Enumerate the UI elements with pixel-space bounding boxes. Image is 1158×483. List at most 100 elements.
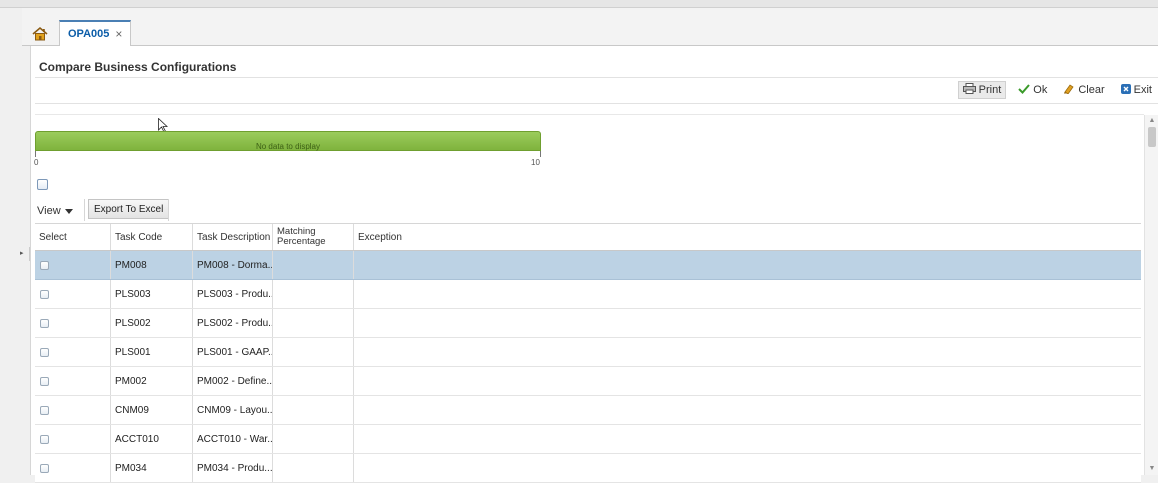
column-header-matching-percentage[interactable]: Matching Percentage <box>273 224 354 250</box>
row-select-cell <box>35 338 111 366</box>
select-all-checkbox[interactable] <box>37 179 48 190</box>
task-code-cell: PM008 <box>111 251 193 279</box>
eraser-icon <box>1063 83 1075 97</box>
row-checkbox[interactable] <box>40 463 49 473</box>
row-select-cell <box>35 280 111 308</box>
printer-icon <box>962 83 976 97</box>
scroll-up-icon[interactable]: ▲ <box>1145 115 1158 127</box>
task-description-cell: PLS003 - Produ... <box>193 280 273 308</box>
export-to-excel-button[interactable]: Export To Excel <box>88 199 170 219</box>
matching-percentage-cell <box>273 309 354 337</box>
task-code-cell: ACCT010 <box>111 425 193 453</box>
content-scroll-area: ▲ ▼ No data to display 0 10 View Export … <box>31 115 1158 483</box>
exception-cell <box>354 396 1141 424</box>
exception-cell <box>354 309 1141 337</box>
task-code-cell: PM034 <box>111 454 193 482</box>
collapse-handle[interactable]: ▸ <box>20 247 30 261</box>
table-row[interactable]: PM002 PM002 - Define... <box>35 367 1141 396</box>
exception-cell <box>354 367 1141 395</box>
table-row[interactable]: CNM09 CNM09 - Layou... <box>35 396 1141 425</box>
gauge-max-label: 10 <box>531 158 540 167</box>
row-checkbox[interactable] <box>40 289 49 299</box>
table-row[interactable]: PM008 PM008 - Dorma... <box>35 251 1141 280</box>
checkmark-icon <box>1018 83 1031 97</box>
table-row[interactable]: ACCT010 ACCT010 - War... <box>35 425 1141 454</box>
task-description-cell: PM034 - Produ... <box>193 454 273 482</box>
column-header-exception[interactable]: Exception <box>354 224 1141 250</box>
matching-percentage-cell <box>273 338 354 366</box>
task-description-cell: ACCT010 - War... <box>193 425 273 453</box>
exception-cell <box>354 251 1141 279</box>
exit-button[interactable]: Exit <box>1117 83 1156 98</box>
task-code-cell: CNM09 <box>111 396 193 424</box>
exception-cell <box>354 425 1141 453</box>
table-row[interactable]: PM034 PM034 - Produ... <box>35 454 1141 483</box>
task-code-cell: PLS002 <box>111 309 193 337</box>
view-menu[interactable]: View <box>37 200 73 222</box>
divider <box>35 77 1158 78</box>
column-header-task-description[interactable]: Task Description <box>193 224 273 250</box>
table-row[interactable]: PLS002 PLS002 - Produ... <box>35 309 1141 338</box>
task-description-cell: PM008 - Dorma... <box>193 251 273 279</box>
column-header-task-code[interactable]: Task Code <box>111 224 193 250</box>
tab-opa005[interactable]: OPA005 × <box>59 20 132 46</box>
exit-label: Exit <box>1133 84 1152 96</box>
table-header: Select Task Code Task Description Matchi… <box>35 223 1141 251</box>
matching-percentage-cell <box>273 454 354 482</box>
task-code-cell: PM002 <box>111 367 193 395</box>
column-header-select[interactable]: Select <box>35 224 111 250</box>
status-gauge: No data to display <box>35 131 541 151</box>
caret-down-icon <box>64 205 73 217</box>
row-select-cell <box>35 454 111 482</box>
action-toolbar: Print Ok Clear Exit <box>957 81 1156 99</box>
print-label: Print <box>978 84 1002 96</box>
row-checkbox[interactable] <box>40 347 49 357</box>
matching-percentage-cell <box>273 425 354 453</box>
exception-cell <box>354 280 1141 308</box>
view-menu-label: View <box>37 205 61 217</box>
toolbar-separator <box>84 199 85 221</box>
task-description-cell: PLS001 - GAAP... <box>193 338 273 366</box>
task-description-cell: CNM09 - Layou... <box>193 396 273 424</box>
exception-cell <box>354 454 1141 482</box>
row-checkbox[interactable] <box>40 318 49 328</box>
divider <box>35 103 1158 104</box>
matching-percentage-cell <box>273 367 354 395</box>
vertical-scrollbar[interactable]: ▲ ▼ <box>1144 115 1158 475</box>
close-icon[interactable]: × <box>115 27 122 41</box>
clear-button[interactable]: Clear <box>1059 82 1108 98</box>
toolbar-separator <box>168 199 169 221</box>
table-row[interactable]: PLS003 PLS003 - Produ... <box>35 280 1141 309</box>
print-button[interactable]: Print <box>957 81 1007 99</box>
matching-percentage-cell <box>273 396 354 424</box>
task-description-cell: PM002 - Define... <box>193 367 273 395</box>
gauge-message: No data to display <box>255 142 321 151</box>
row-select-cell <box>35 251 111 279</box>
row-select-cell <box>35 367 111 395</box>
ok-button[interactable]: Ok <box>1014 83 1051 98</box>
matching-percentage-cell <box>273 280 354 308</box>
tab-label[interactable]: OPA005 <box>68 28 109 40</box>
row-select-cell <box>35 309 111 337</box>
row-checkbox[interactable] <box>40 405 49 415</box>
task-description-cell: PLS002 - Produ... <box>193 309 273 337</box>
tab-strip: OPA005 × <box>22 8 1158 46</box>
row-checkbox[interactable] <box>40 434 49 444</box>
window-top-edge <box>0 0 1158 8</box>
table-row[interactable]: PLS001 PLS001 - GAAP... <box>35 338 1141 367</box>
task-code-cell: PLS001 <box>111 338 193 366</box>
page-title: Compare Business Configurations <box>39 60 237 74</box>
main-panel: Compare Business Configurations Print Ok <box>30 46 1158 483</box>
row-select-cell <box>35 396 111 424</box>
clear-label: Clear <box>1078 84 1105 96</box>
home-icon[interactable] <box>32 26 48 42</box>
scrollbar-thumb[interactable] <box>1148 127 1156 147</box>
ok-label: Ok <box>1033 84 1048 96</box>
row-checkbox[interactable] <box>40 376 49 386</box>
row-select-cell <box>35 425 111 453</box>
scroll-down-icon[interactable]: ▼ <box>1145 463 1158 475</box>
exit-icon <box>1120 83 1131 97</box>
gauge-axis <box>35 151 541 157</box>
gauge-min-label: 0 <box>34 158 39 167</box>
row-checkbox[interactable] <box>40 260 49 270</box>
